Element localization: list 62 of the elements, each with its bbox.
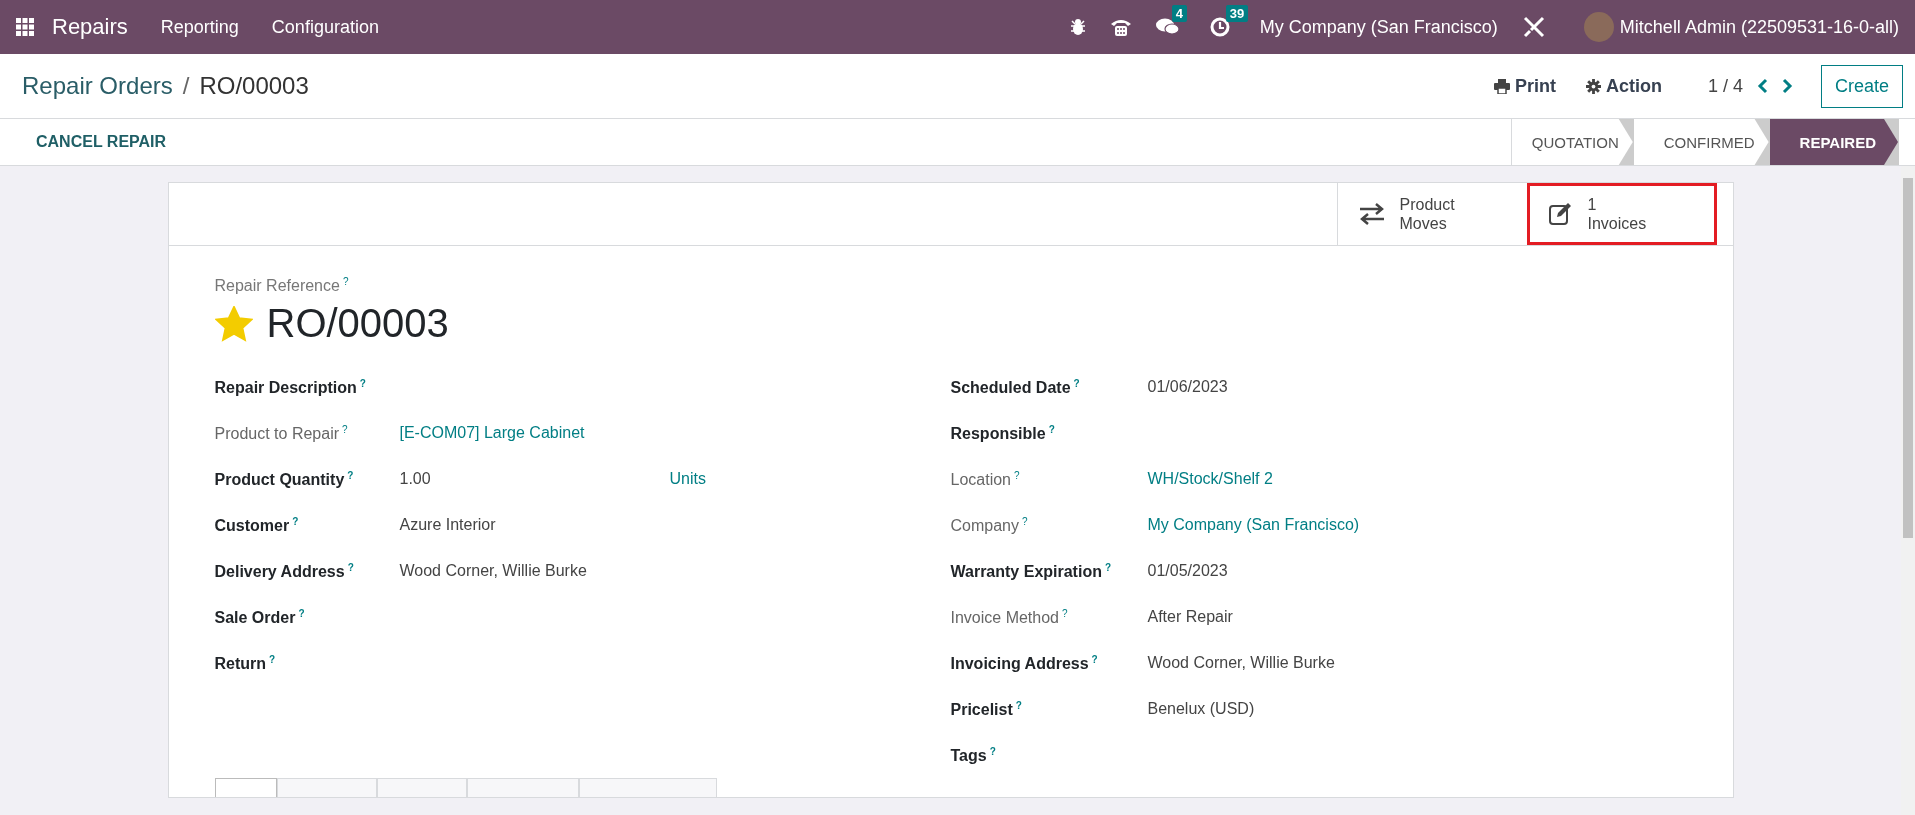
message-count-badge: 4 [1171, 5, 1187, 22]
field-value: Benelux (USD) [1147, 700, 1256, 719]
printer-icon [1493, 78, 1510, 94]
clock-icon[interactable] [1209, 17, 1230, 37]
print-button[interactable]: Print [1487, 74, 1562, 98]
breadcrumb-link[interactable]: Repair Orders [22, 72, 173, 100]
field-label: Product to Repair $^{?}$ [214, 423, 349, 443]
phone-icon[interactable] [1109, 17, 1132, 37]
app-name[interactable]: Repairs [52, 14, 128, 40]
field-value: Azure Interior [399, 516, 497, 535]
chat-icon[interactable] [1155, 17, 1180, 37]
previous-icon[interactable] [1756, 78, 1769, 94]
field-label: Delivery Address $^{?}$ [214, 561, 355, 581]
field-link[interactable]: [E-COM07] Large Cabinet [399, 424, 670, 443]
field-label: Product Quantity $^{?}$ [214, 469, 355, 489]
status-stage[interactable]: CONFIRMED [1633, 119, 1769, 165]
field-link[interactable]: WH/Stock/Shelf 2 [1147, 470, 1418, 489]
activity-count-badge: 39 [1225, 5, 1249, 22]
field-label: Company $^{?}$ [950, 515, 1029, 535]
action-button[interactable]: Action [1579, 74, 1668, 98]
field-value: 1.00 [399, 470, 432, 489]
field-label: Invoice Method $^{?}$ [950, 607, 1069, 627]
smart-button[interactable]: 1 Invoices [1526, 183, 1717, 245]
field-label: Tags $^{?}$ [950, 745, 997, 765]
field-label: Return $^{?}$ [214, 653, 277, 673]
star-icon[interactable] [214, 305, 253, 342]
field-label: Pricelist $^{?}$ [950, 699, 1023, 719]
field-label: Sale Order $^{?}$ [214, 607, 306, 627]
field-label: Invoicing Address $^{?}$ [950, 653, 1099, 673]
breadcrumb-current: RO/00003 [199, 72, 309, 100]
field-label: Repair Description $^{?}$ [214, 377, 367, 397]
field-value: 01/06/2023 [1147, 378, 1229, 397]
transfer-arrows-icon [1357, 203, 1386, 225]
field-value: Wood Corner, Willie Burke [1147, 654, 1336, 673]
field-label: Location $^{?}$ [950, 469, 1021, 489]
menu-item[interactable]: Configuration [271, 16, 379, 38]
pager-counter: 1 / 4 [1707, 75, 1743, 97]
gear-icon [1585, 78, 1601, 94]
record-title: RO/00003 [266, 301, 449, 347]
status-stage[interactable]: QUOTATION [1511, 119, 1633, 165]
breadcrumb-separator: / [182, 72, 190, 100]
field-link[interactable]: My Company (San Francisco) [1147, 516, 1418, 535]
field-label: Warranty Expiration $^{?}$ [950, 561, 1113, 581]
field-value: 01/05/2023 [1147, 562, 1229, 581]
unit-value[interactable]: Units [669, 470, 706, 489]
field-value: After Repair [1147, 608, 1234, 627]
create-button[interactable]: Create [1820, 64, 1903, 108]
next-icon[interactable] [1780, 78, 1793, 94]
field-label: Scheduled Date $^{?}$ [950, 377, 1081, 397]
bug-icon[interactable] [1069, 18, 1086, 36]
scrollbar[interactable] [1901, 166, 1915, 815]
status-stage[interactable]: REPAIRED [1769, 119, 1898, 165]
company-switcher[interactable]: My Company (San Francisco) [1259, 16, 1498, 38]
cancel-repair-button[interactable]: CANCEL REPAIR [16, 125, 187, 159]
edit-icon [1547, 202, 1574, 226]
field-label: Repair Reference $^{?}$ [214, 276, 350, 296]
user-menu[interactable]: Mitchell Admin (22509531-16-0-all) [1619, 16, 1899, 38]
menu-item[interactable]: Reporting [160, 16, 239, 38]
field-value: Wood Corner, Willie Burke [399, 562, 588, 581]
field-label: Responsible $^{?}$ [950, 423, 1056, 443]
field-label: Customer $^{?}$ [214, 515, 300, 535]
apps-grid-icon[interactable] [16, 18, 34, 36]
